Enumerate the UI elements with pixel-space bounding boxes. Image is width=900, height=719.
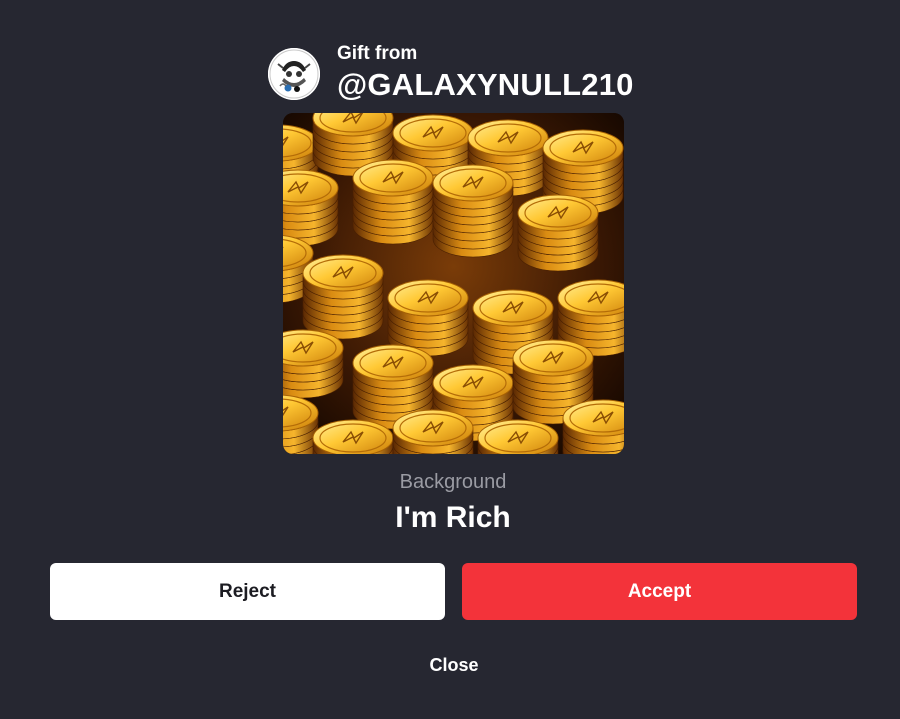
item-name: I'm Rich xyxy=(395,501,511,534)
user-avatar-icon xyxy=(268,48,320,100)
header-text: Gift from @GALAXYNULL210 xyxy=(337,42,634,104)
gift-dialog: Gift from @GALAXYNULL210 Background I'm … xyxy=(0,0,900,719)
close-button[interactable]: Close xyxy=(404,652,504,678)
gold-coins-background-image xyxy=(283,113,624,454)
sender-name[interactable]: @GALAXYNULL210 xyxy=(337,66,634,104)
item-type-label: Background xyxy=(399,471,507,493)
gift-header: Gift from @GALAXYNULL210 xyxy=(268,40,634,106)
accept-button[interactable]: Accept xyxy=(462,563,857,620)
reject-button[interactable]: Reject xyxy=(50,563,445,620)
gift-from-label: Gift from xyxy=(337,43,418,64)
